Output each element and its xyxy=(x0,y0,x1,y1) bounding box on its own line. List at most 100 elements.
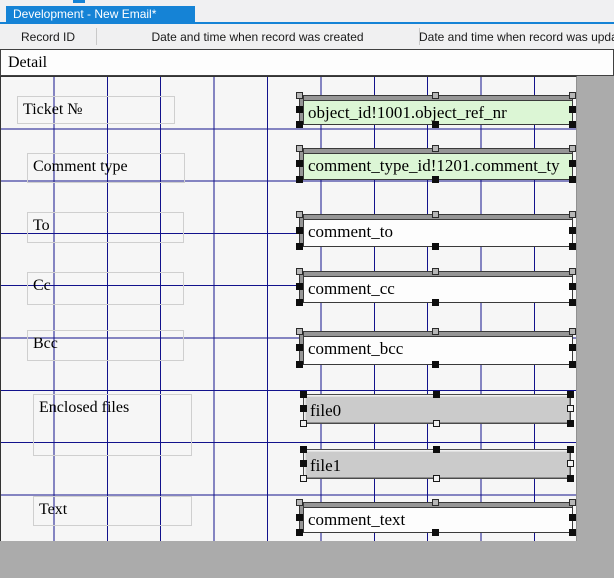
tab-title: Development - New Email* xyxy=(13,7,156,21)
resize-handle[interactable] xyxy=(300,460,307,467)
resize-handle[interactable] xyxy=(569,499,576,506)
resize-handle[interactable] xyxy=(296,361,303,368)
resize-handle[interactable] xyxy=(432,299,439,306)
label-bcc[interactable]: Bcc xyxy=(27,330,184,361)
resize-handle[interactable] xyxy=(433,420,440,427)
detail-band-label: Detail xyxy=(8,54,47,71)
field-comment-to[interactable]: comment_to xyxy=(299,214,573,247)
resize-handle[interactable] xyxy=(569,268,576,275)
resize-handle[interactable] xyxy=(433,446,440,453)
field-comment-text[interactable]: comment_text xyxy=(299,502,573,533)
resize-handle[interactable] xyxy=(569,106,576,113)
detail-band-header[interactable]: Detail xyxy=(0,49,614,76)
resize-handle[interactable] xyxy=(296,211,303,218)
field-binding-text: comment_bcc xyxy=(308,339,570,359)
resize-handle[interactable] xyxy=(569,227,576,234)
top-edge-fragment xyxy=(73,0,85,3)
column-header-record-id[interactable]: Record ID xyxy=(0,30,96,44)
header-separator xyxy=(96,28,97,45)
field-binding-text: comment_type_id!1201.comment_ty xyxy=(308,156,570,176)
field-comment-bcc[interactable]: comment_bcc xyxy=(299,331,573,365)
resize-handle[interactable] xyxy=(432,328,439,335)
resize-handle[interactable] xyxy=(432,361,439,368)
tab-bar: Development - New Email* xyxy=(0,6,614,22)
column-header-updated[interactable]: Date and time when record was updated xyxy=(419,30,614,44)
resize-handle[interactable] xyxy=(432,211,439,218)
resize-handle[interactable] xyxy=(432,121,439,128)
field-comment-cc[interactable]: comment_cc xyxy=(299,271,573,303)
label-text: Bcc xyxy=(33,335,58,352)
resize-handle[interactable] xyxy=(296,92,303,99)
field-file0[interactable]: file0 xyxy=(303,394,571,424)
label-ticket-nr[interactable]: Ticket № xyxy=(17,96,175,124)
resize-handle[interactable] xyxy=(432,243,439,250)
resize-handle[interactable] xyxy=(569,211,576,218)
tab-development-new-email[interactable]: Development - New Email* xyxy=(6,6,195,22)
label-to[interactable]: To xyxy=(27,212,184,243)
field-binding-text: file0 xyxy=(310,401,568,421)
label-text-field[interactable]: Text xyxy=(33,496,192,526)
resize-handle[interactable] xyxy=(432,176,439,183)
resize-handle[interactable] xyxy=(296,283,303,290)
resize-handle[interactable] xyxy=(432,268,439,275)
resize-handle[interactable] xyxy=(300,405,307,412)
resize-handle[interactable] xyxy=(567,405,574,412)
resize-handle[interactable] xyxy=(567,460,574,467)
resize-handle[interactable] xyxy=(569,514,576,521)
resize-handle[interactable] xyxy=(569,160,576,167)
resize-handle[interactable] xyxy=(300,420,307,427)
resize-handle[interactable] xyxy=(296,514,303,521)
label-comment-type[interactable]: Comment type xyxy=(27,153,185,183)
form-designer-window: Development - New Email* Record ID Date … xyxy=(0,0,614,578)
resize-handle[interactable] xyxy=(296,529,303,536)
field-comment-type[interactable]: comment_type_id!1201.comment_ty xyxy=(299,148,573,180)
label-cc[interactable]: Cc xyxy=(27,272,184,305)
resize-handle[interactable] xyxy=(296,160,303,167)
label-text: Enclosed files xyxy=(39,399,129,416)
resize-handle[interactable] xyxy=(432,529,439,536)
resize-handle[interactable] xyxy=(567,446,574,453)
resize-handle[interactable] xyxy=(433,391,440,398)
resize-handle[interactable] xyxy=(296,328,303,335)
field-binding-text: file1 xyxy=(310,456,568,476)
resize-handle[interactable] xyxy=(296,227,303,234)
resize-handle[interactable] xyxy=(569,92,576,99)
label-text: Text xyxy=(39,501,67,518)
resize-handle[interactable] xyxy=(296,176,303,183)
resize-handle[interactable] xyxy=(569,176,576,183)
resize-handle[interactable] xyxy=(567,420,574,427)
resize-handle[interactable] xyxy=(432,145,439,152)
resize-handle[interactable] xyxy=(432,92,439,99)
resize-handle[interactable] xyxy=(300,475,307,482)
resize-handle[interactable] xyxy=(567,475,574,482)
resize-handle[interactable] xyxy=(569,283,576,290)
field-binding-text: object_id!1001.object_ref_nr xyxy=(308,103,570,123)
resize-handle[interactable] xyxy=(569,243,576,250)
resize-handle[interactable] xyxy=(296,106,303,113)
resize-handle[interactable] xyxy=(296,299,303,306)
resize-handle[interactable] xyxy=(569,344,576,351)
resize-handle[interactable] xyxy=(296,243,303,250)
system-fields-header-row: Record ID Date and time when record was … xyxy=(0,24,614,49)
resize-handle[interactable] xyxy=(432,499,439,506)
resize-handle[interactable] xyxy=(569,145,576,152)
column-header-created[interactable]: Date and time when record was created xyxy=(96,30,419,44)
resize-handle[interactable] xyxy=(296,121,303,128)
resize-handle[interactable] xyxy=(569,328,576,335)
resize-handle[interactable] xyxy=(296,499,303,506)
resize-handle[interactable] xyxy=(296,344,303,351)
resize-handle[interactable] xyxy=(296,268,303,275)
resize-handle[interactable] xyxy=(567,391,574,398)
resize-handle[interactable] xyxy=(569,361,576,368)
resize-handle[interactable] xyxy=(569,121,576,128)
resize-handle[interactable] xyxy=(296,145,303,152)
label-enclosed-files[interactable]: Enclosed files xyxy=(33,394,192,456)
resize-handle[interactable] xyxy=(300,391,307,398)
field-binding-text: comment_to xyxy=(308,222,570,242)
resize-handle[interactable] xyxy=(433,475,440,482)
field-file1[interactable]: file1 xyxy=(303,449,571,479)
resize-handle[interactable] xyxy=(300,446,307,453)
resize-handle[interactable] xyxy=(569,529,576,536)
resize-handle[interactable] xyxy=(569,299,576,306)
field-object-ref-nr[interactable]: object_id!1001.object_ref_nr xyxy=(299,95,573,125)
